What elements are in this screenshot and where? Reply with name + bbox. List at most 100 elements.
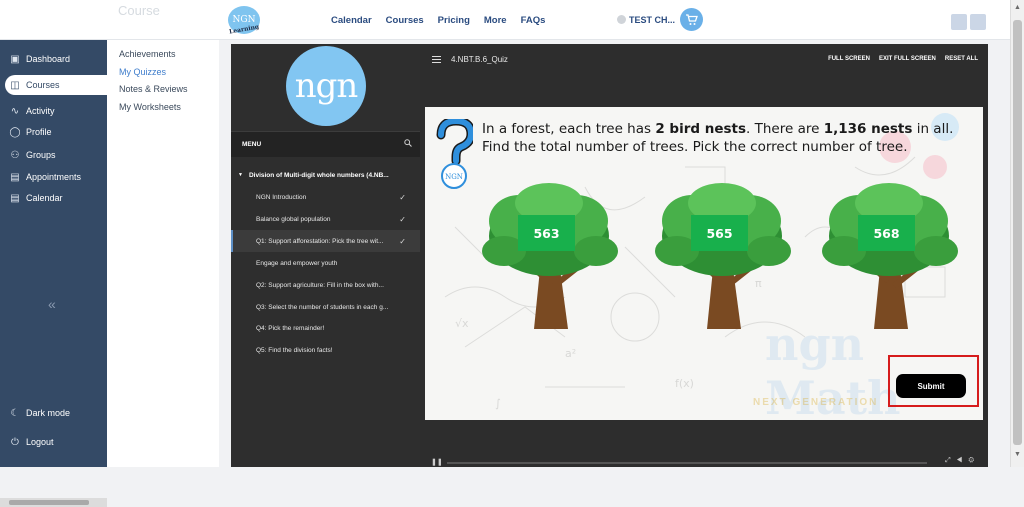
- person-icon: [617, 15, 626, 24]
- scroll-thumb[interactable]: [1013, 20, 1022, 445]
- dashboard-icon: ▣: [10, 53, 20, 65]
- nav-calendar[interactable]: Calendar: [331, 15, 372, 26]
- ngn-logo[interactable]: NGN Learning: [228, 6, 260, 36]
- submit-button[interactable]: Submit: [896, 374, 966, 398]
- dark-mode-toggle[interactable]: ☾ Dark mode: [0, 403, 107, 423]
- sidebar-item-courses[interactable]: ◫ Courses: [5, 75, 107, 95]
- user-menu[interactable]: TEST CH...: [617, 15, 675, 25]
- nav-faqs[interactable]: FAQs: [521, 15, 546, 26]
- progress-track[interactable]: [447, 462, 927, 464]
- sidebar-scrollbar[interactable]: [0, 498, 107, 507]
- user-name: TEST CH...: [629, 15, 676, 25]
- user-icon: ◯: [9, 126, 21, 138]
- calendar-icon: ▤: [10, 171, 20, 183]
- tree-icon: [655, 183, 791, 329]
- quiz-title: 4.NBT.B.6_Quiz: [451, 55, 508, 64]
- menu-header: MENU: [231, 131, 420, 157]
- lesson-section-division[interactable]: ▼ Division of Multi-digit whole numbers (…: [231, 164, 420, 186]
- lesson-title: Q3: Select the number of students in eac…: [256, 303, 389, 311]
- sidebar-item-label: Profile: [26, 127, 52, 137]
- player-toolbar: 4.NBT.B.6_Quiz FULL SCREEN EXIT FULL SCR…: [420, 44, 988, 76]
- lesson-title: Q2: Support agriculture: Fill in the box…: [256, 281, 384, 289]
- lesson-item[interactable]: Q5: Find the division facts!: [231, 339, 420, 361]
- check-icon: ✓: [399, 214, 406, 224]
- search-icon[interactable]: [404, 139, 412, 149]
- sidebar-item-label: Courses: [26, 80, 60, 90]
- check-icon: ✓: [399, 192, 406, 202]
- question-part-1: In a forest, each tree has: [482, 121, 656, 137]
- page-scrollbar[interactable]: ▲ ▼: [1010, 0, 1024, 467]
- next-generation-watermark: NEXT GENERATION: [753, 397, 879, 408]
- caret-down-icon: ▼: [238, 172, 243, 178]
- question-highlight-total: 1,136 nests: [823, 121, 913, 137]
- subnav-notes-reviews[interactable]: Notes & Reviews: [119, 84, 188, 94]
- option-value: 565: [691, 215, 748, 251]
- sidebar-item-label: Activity: [26, 106, 55, 116]
- moon-icon: ☾: [10, 407, 20, 419]
- collapse-sidebar-icon[interactable]: «: [48, 296, 56, 312]
- hamburger-menu-icon[interactable]: [432, 56, 441, 63]
- sidebar-item-profile[interactable]: ◯ Profile: [0, 122, 107, 142]
- question-part-2: . There are: [746, 121, 824, 137]
- lesson-item[interactable]: Q4: Pick the remainder!: [231, 317, 420, 339]
- nav-courses[interactable]: Courses: [386, 15, 424, 26]
- subnav-my-quizzes[interactable]: My Quizzes: [119, 67, 166, 77]
- svg-text:f(x): f(x): [675, 377, 694, 390]
- book-icon: ◫: [10, 79, 20, 91]
- lesson-panel: ngn MENU ▼ Division of Multi-digit whole …: [231, 44, 420, 467]
- answer-option-tree-1[interactable]: 563: [474, 181, 624, 333]
- activity-icon: ∿: [10, 105, 20, 117]
- svg-text:∫: ∫: [495, 397, 501, 410]
- nav-pricing[interactable]: Pricing: [438, 15, 470, 26]
- full-screen-button[interactable]: FULL SCREEN: [828, 56, 870, 62]
- quiz-player: 4.NBT.B.6_Quiz FULL SCREEN EXIT FULL SCR…: [420, 44, 988, 467]
- reset-all-button[interactable]: RESET ALL: [945, 56, 978, 62]
- lesson-item[interactable]: Engage and empower youth: [231, 252, 420, 274]
- sidebar-item-calendar[interactable]: ▤ Calendar: [0, 188, 107, 208]
- lesson-item[interactable]: Q2: Support agriculture: Fill in the box…: [231, 274, 420, 296]
- sidebar-item-appointments[interactable]: ▤ Appointments: [0, 167, 107, 187]
- ghost-toolbar: [951, 14, 991, 30]
- lesson-item[interactable]: NGN Introduction ✓: [231, 186, 420, 208]
- scroll-down-icon[interactable]: ▼: [1014, 451, 1021, 458]
- sidebar-item-label: Dashboard: [26, 54, 71, 64]
- logout-label: Logout: [26, 437, 54, 447]
- quiz-subnav: Achievements My Quizzes Notes & Reviews …: [107, 40, 219, 467]
- sidebar-item-label: Groups: [26, 150, 56, 160]
- nav-more[interactable]: More: [484, 15, 507, 26]
- lesson-item[interactable]: Q3: Select the number of students in eac…: [231, 296, 420, 318]
- player-control-icons[interactable]: ⤢◀⚙: [945, 457, 980, 465]
- calendar-icon: ▤: [10, 192, 20, 204]
- pause-icon[interactable]: ❚❚: [431, 458, 443, 466]
- svg-text:√x: √x: [455, 317, 469, 330]
- sidebar-item-activity[interactable]: ∿ Activity: [0, 101, 107, 121]
- logout-button[interactable]: ⏻ Logout: [0, 432, 107, 452]
- lesson-item[interactable]: Balance global population ✓: [231, 208, 420, 230]
- sidebar-item-label: Appointments: [26, 172, 82, 182]
- answer-option-tree-2[interactable]: 565: [647, 181, 797, 333]
- layout-gap: [219, 40, 231, 467]
- exit-full-screen-button[interactable]: EXIT FULL SCREEN: [879, 56, 936, 62]
- lesson-title: Q1: Support afforestation: Pick the tree…: [256, 237, 384, 245]
- sidebar-item-label: Calendar: [26, 193, 63, 203]
- question-text: In a forest, each tree has 2 bird nests.…: [482, 120, 962, 156]
- subnav-my-worksheets[interactable]: My Worksheets: [119, 102, 181, 112]
- quiz-slide: √xf(x)a² π∫Δ NGN In a forest, each tree …: [425, 107, 983, 420]
- section-title: Division of Multi-digit whole numbers (4…: [248, 171, 389, 179]
- group-icon: ⚇: [10, 149, 20, 161]
- power-icon: ⏻: [11, 436, 19, 448]
- svg-text:a²: a²: [565, 347, 576, 360]
- scroll-up-icon[interactable]: ▲: [1014, 4, 1021, 11]
- player-buttons: FULL SCREEN EXIT FULL SCREEN RESET ALL: [828, 56, 978, 62]
- sidebar-item-groups[interactable]: ⚇ Groups: [0, 145, 107, 165]
- answer-option-tree-3[interactable]: 568: [814, 181, 964, 333]
- lesson-title: Q4: Pick the remainder!: [256, 324, 325, 332]
- subnav-achievements[interactable]: Achievements: [119, 49, 176, 59]
- sidebar-item-dashboard[interactable]: ▣ Dashboard: [0, 49, 107, 69]
- cart-icon[interactable]: [680, 8, 703, 31]
- lesson-title: Balance global population: [256, 215, 331, 223]
- lesson-title: Q5: Find the division facts!: [256, 346, 333, 354]
- question-mark-icon: NGN: [436, 119, 473, 189]
- lesson-item-current[interactable]: Q1: Support afforestation: Pick the tree…: [231, 230, 420, 252]
- lesson-title: Engage and empower youth: [256, 259, 338, 267]
